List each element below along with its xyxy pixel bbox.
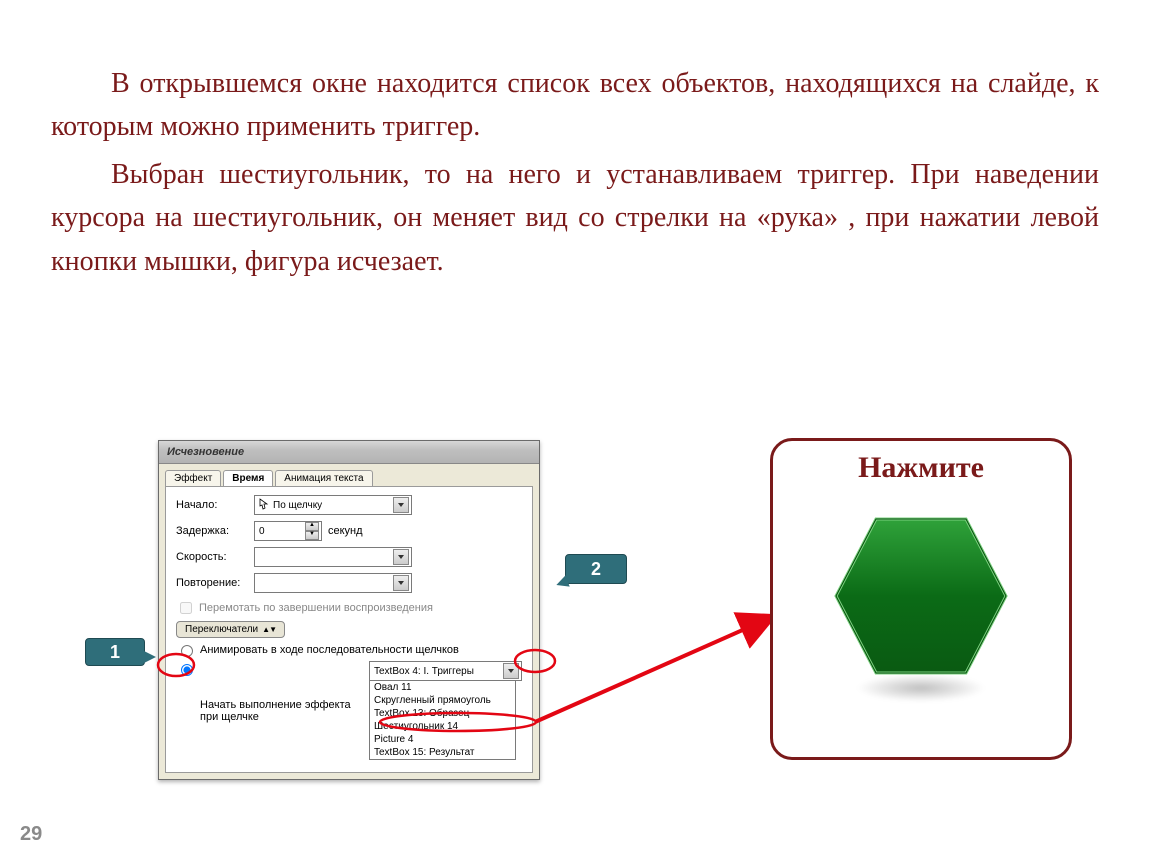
speed-label: Скорость: bbox=[176, 551, 254, 563]
dialog-title: Исчезновение bbox=[159, 441, 539, 464]
start-value: По щелчку bbox=[273, 500, 322, 511]
radio-sequence[interactable] bbox=[181, 645, 193, 657]
list-item[interactable]: TextBox 13: Образец bbox=[370, 707, 515, 720]
switches-label: Переключатели bbox=[185, 624, 258, 635]
list-item[interactable]: Овал 11 bbox=[370, 681, 515, 694]
list-item[interactable]: Picture 4 bbox=[370, 733, 515, 746]
dropdown-icon[interactable] bbox=[393, 575, 409, 591]
switches-toggle[interactable]: Переключатели ▲▼ bbox=[176, 621, 285, 638]
list-item[interactable]: Шестиугольник 14 bbox=[370, 720, 515, 733]
tab-time[interactable]: Время bbox=[223, 470, 273, 486]
trigger-listbox[interactable]: Овал 11 Скругленный прямоуголь TextBox 1… bbox=[369, 681, 516, 760]
up-down-icon: ▲▼ bbox=[262, 625, 276, 634]
callout-2: 2 bbox=[565, 554, 627, 584]
page-number: 29 bbox=[20, 823, 42, 846]
tab-text-anim[interactable]: Анимация текста bbox=[275, 470, 372, 486]
tab-body: Начало: По щелчку Задержка: 0 ▲▼ секунд … bbox=[165, 486, 533, 773]
callout-1: 1 bbox=[85, 638, 145, 666]
start-combo[interactable]: По щелчку bbox=[254, 495, 412, 515]
paragraph-1: В открывшемся окне находится список всех… bbox=[51, 62, 1099, 149]
dropdown-icon[interactable] bbox=[503, 663, 519, 679]
animation-dialog: Исчезновение Эффект Время Анимация текст… bbox=[158, 440, 540, 780]
dropdown-icon[interactable] bbox=[393, 549, 409, 565]
speed-combo[interactable] bbox=[254, 547, 412, 567]
radio-sequence-label: Анимировать в ходе последовательности ще… bbox=[200, 644, 459, 656]
mouse-icon bbox=[259, 498, 269, 513]
delay-unit: секунд bbox=[328, 525, 363, 537]
callout-2-label: 2 bbox=[591, 559, 601, 580]
delay-value: 0 bbox=[259, 526, 265, 537]
trigger-combo[interactable]: TextBox 4: I. Триггеры bbox=[369, 661, 522, 681]
dropdown-icon[interactable] bbox=[393, 497, 409, 513]
radio-trigger-label: Начать выполнение эффекта при щелчке bbox=[200, 699, 363, 723]
list-item[interactable]: TextBox 15: Результат bbox=[370, 746, 515, 759]
rewind-label: Перемотать по завершении воспроизведения bbox=[199, 602, 433, 614]
repeat-combo[interactable] bbox=[254, 573, 412, 593]
tab-effect[interactable]: Эффект bbox=[165, 470, 221, 486]
start-label: Начало: bbox=[176, 499, 254, 511]
press-title: Нажмите bbox=[773, 451, 1069, 485]
spinner[interactable]: ▲▼ bbox=[305, 522, 319, 540]
delay-input[interactable]: 0 ▲▼ bbox=[254, 521, 322, 541]
rewind-checkbox[interactable] bbox=[180, 602, 192, 614]
trigger-selected: TextBox 4: I. Триггеры bbox=[374, 666, 474, 677]
dialog-tabs: Эффект Время Анимация текста bbox=[159, 464, 539, 486]
paragraph-2-text: Выбран шестиугольник, то на него и устан… bbox=[51, 159, 1099, 277]
radio-trigger[interactable] bbox=[181, 664, 193, 676]
list-item[interactable]: Скругленный прямоуголь bbox=[370, 694, 515, 707]
repeat-label: Повторение: bbox=[176, 577, 254, 589]
press-panel: Нажмите bbox=[770, 438, 1072, 760]
hexagon-shape[interactable] bbox=[831, 511, 1011, 681]
paragraph-1-text: В открывшемся окне находится список всех… bbox=[51, 68, 1099, 142]
paragraph-2: Выбран шестиугольник, то на него и устан… bbox=[51, 153, 1099, 283]
delay-label: Задержка: bbox=[176, 525, 254, 537]
callout-1-label: 1 bbox=[110, 642, 120, 663]
